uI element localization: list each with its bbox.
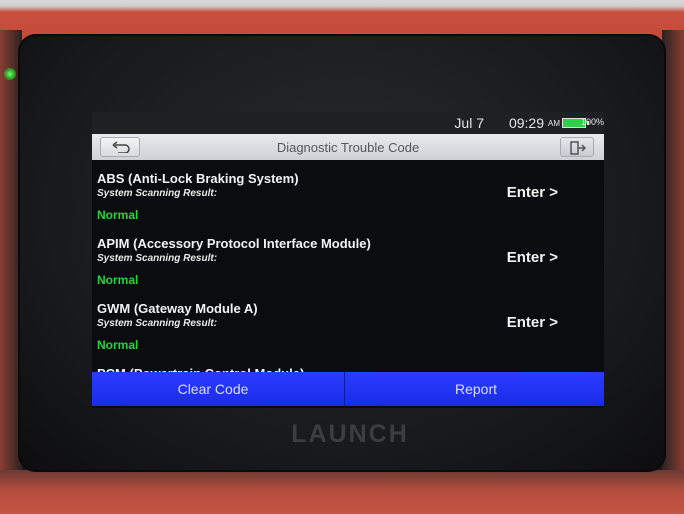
action-bar: Clear Code Report xyxy=(92,372,604,406)
system-name: APIM (Accessory Protocol Interface Modul… xyxy=(97,236,371,251)
list-item[interactable]: GWM (Gateway Module A) System Scanning R… xyxy=(92,290,604,360)
battery-percent: 100% xyxy=(580,117,604,127)
scan-result-label: System Scanning Result: xyxy=(97,318,218,329)
enter-button[interactable]: Enter > xyxy=(507,184,558,201)
report-button[interactable]: Report xyxy=(344,372,604,406)
status-bar: Jul 7 09:29 AM 100% xyxy=(92,112,604,134)
system-name: GWM (Gateway Module A) xyxy=(97,301,258,316)
status-time: 09:29 xyxy=(508,115,544,131)
exit-button[interactable] xyxy=(560,137,594,157)
status-ampm: AM xyxy=(548,119,560,128)
system-list: ABS (Anti-Lock Braking System) System Sc… xyxy=(92,160,604,381)
list-item[interactable]: APIM (Accessory Protocol Interface Modul… xyxy=(92,225,604,295)
list-item[interactable]: ABS (Anti-Lock Braking System) System Sc… xyxy=(92,160,604,230)
scan-result-label: System Scanning Result: xyxy=(97,253,218,264)
status-text: Normal xyxy=(97,273,139,287)
title-bar: Diagnostic Trouble Code xyxy=(92,134,604,160)
exit-icon xyxy=(570,141,586,155)
power-led-icon xyxy=(4,68,16,80)
status-date: Jul 7 xyxy=(454,115,484,131)
scan-result-label: System Scanning Result: xyxy=(97,188,218,199)
page-title: Diagnostic Trouble Code xyxy=(276,140,420,155)
status-text: Normal xyxy=(97,338,139,352)
status-text: Normal xyxy=(97,208,139,222)
device-casing-bottom xyxy=(0,470,684,514)
device-screen: Jul 7 09:29 AM 100% Diagnostic Trouble C… xyxy=(92,112,604,408)
brand-logo: LAUNCH xyxy=(291,420,409,448)
clear-code-button[interactable]: Clear Code xyxy=(92,372,344,406)
system-name: ABS (Anti-Lock Braking System) xyxy=(97,171,299,186)
enter-button[interactable]: Enter > xyxy=(507,314,558,331)
enter-button[interactable]: Enter > xyxy=(507,249,558,266)
